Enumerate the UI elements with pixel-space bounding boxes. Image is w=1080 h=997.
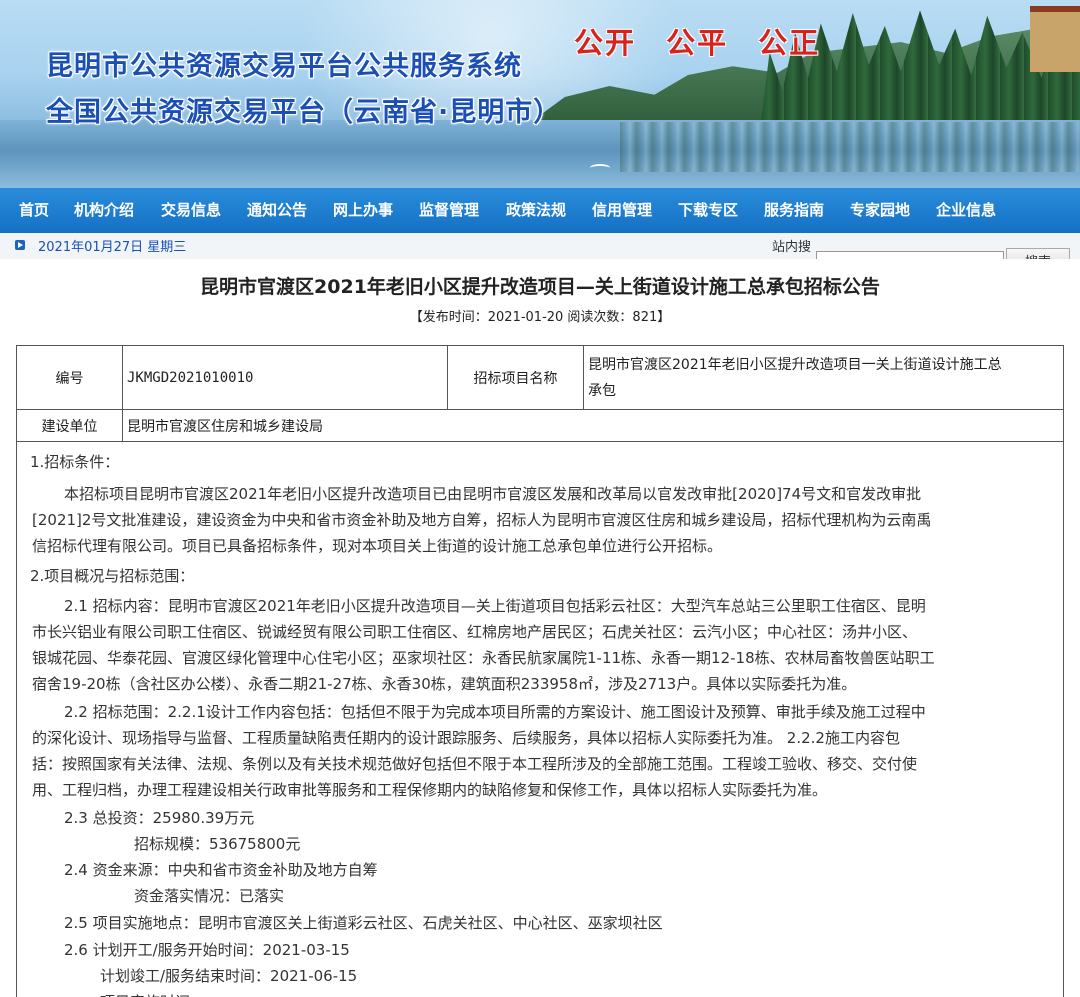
body-text: 2.2 招标范围：2.2.1设计工作内容包括：包括但不限于为完成本项目所需的方案… bbox=[64, 703, 926, 721]
body-text: 2.6 计划开工/服务开始时间：2021-03-15 bbox=[64, 941, 350, 959]
nav-item-guide[interactable]: 服务指南 bbox=[764, 188, 824, 233]
project-name-line1: 昆明市官渡区2021年老旧小区提升改造项目一关上街道设计施工总 bbox=[588, 356, 1002, 373]
label-project-number: 编号 bbox=[16, 345, 123, 410]
nav-item-notices[interactable]: 通知公告 bbox=[247, 188, 307, 233]
label-project-name: 招标项目名称 bbox=[447, 345, 584, 410]
page: 昆明市公共资源交易平台公共服务系统 全国公共资源交易平台（云南省·昆明市） 公开… bbox=[0, 0, 1080, 997]
table-row: 建设单位 昆明市官渡区住房和城乡建设局 bbox=[16, 409, 1064, 442]
site-subtitle: 全国公共资源交易平台（云南省·昆明市） bbox=[46, 97, 562, 128]
nav-item-online-services[interactable]: 网上办事 bbox=[333, 188, 393, 233]
body-text: 用、工程归档，办理工程建设相关行政审批等服务和工程保修期内的缺陷修复和保修工作，… bbox=[32, 781, 828, 799]
body-text: 的深化设计、现场指导与监督、工程质量缺陷责任期内的设计跟踪服务、后续服务，具体以… bbox=[32, 729, 900, 747]
value-construction-unit: 昆明市官渡区住房和城乡建设局 bbox=[122, 409, 1064, 442]
body-text: 市长兴铝业有限公司职工住宿区、锐诚经贸有限公司职工住宿区、红棉房地产居民区；石虎… bbox=[32, 623, 918, 641]
body-text: 宿舍19-20栋（含社区办公楼）、永香二期21-27栋、永香30栋，建筑面积23… bbox=[32, 675, 857, 693]
nav-item-credit[interactable]: 信用管理 bbox=[592, 188, 652, 233]
body-text: 2.3 总投资：25980.39万元 bbox=[64, 809, 255, 827]
body-text: 银城花园、华泰花园、官渡区绿化管理中心住宅小区；巫家坝社区：永香民航家属院1-1… bbox=[32, 649, 935, 667]
value-project-number: JKMGD2021010010 bbox=[122, 345, 448, 410]
slogan: 公开 公平 公正 bbox=[574, 26, 821, 60]
body-text: 2.4 资金来源：中央和省市资金补助及地方自筹 bbox=[64, 861, 378, 879]
banner-bird bbox=[590, 164, 610, 172]
main-nav: 首页 机构介绍 交易信息 通知公告 网上办事 监督管理 政策法规 信用管理 下载… bbox=[0, 188, 1080, 233]
value-project-name: 昆明市官渡区2021年老旧小区提升改造项目一关上街道设计施工总 承包 bbox=[583, 345, 1064, 410]
table-row: 编号 JKMGD2021010010 招标项目名称 昆明市官渡区2021年老旧小… bbox=[16, 345, 1064, 410]
nav-item-trading[interactable]: 交易信息 bbox=[161, 188, 221, 233]
article-title: 昆明市官渡区2021年老旧小区提升改造项目—关上街道设计施工总承包招标公告 bbox=[200, 276, 880, 298]
body-text: 括：按照国家有关法律、法规、条例以及有关技术规范做好包括但不限于本工程所涉及的全… bbox=[32, 755, 918, 773]
nav-item-downloads[interactable]: 下载专区 bbox=[678, 188, 738, 233]
site-title: 昆明市公共资源交易平台公共服务系统 bbox=[46, 51, 522, 82]
banner-temple bbox=[1030, 6, 1080, 72]
section-heading: 1.招标条件： bbox=[30, 453, 120, 471]
current-date: 2021年01月27日 星期三 bbox=[38, 240, 187, 255]
nav-item-home[interactable]: 首页 bbox=[19, 188, 49, 233]
section-heading: 2.项目概况与招标范围： bbox=[30, 567, 195, 585]
body-text: 资金落实情况：已落实 bbox=[134, 887, 285, 905]
body-text: 2.5 项目实施地点：昆明市官渡区关上街道彩云社区、石虎关社区、中心社区、巫家坝… bbox=[64, 914, 663, 932]
body-text: 招标规模：53675800元 bbox=[134, 835, 301, 853]
project-info-table: 编号 JKMGD2021010010 招标项目名称 昆明市官渡区2021年老旧小… bbox=[16, 345, 1064, 442]
nav-item-policies[interactable]: 政策法规 bbox=[506, 188, 566, 233]
nav-item-experts[interactable]: 专家园地 bbox=[850, 188, 910, 233]
project-name-line2: 承包 bbox=[588, 382, 616, 399]
header-banner: 昆明市公共资源交易平台公共服务系统 全国公共资源交易平台（云南省·昆明市） 公开… bbox=[0, 0, 1080, 188]
label-construction-unit: 建设单位 bbox=[16, 409, 123, 442]
banner-reflection bbox=[620, 122, 1080, 172]
article-meta: 【发布时间：2021-01-20 阅读次数：821】 bbox=[409, 310, 671, 325]
search-label: 站内搜 bbox=[772, 240, 812, 255]
nav-item-companies[interactable]: 企业信息 bbox=[936, 188, 996, 233]
body-text: 项目实施时间 bbox=[100, 989, 190, 997]
body-text: 信招标代理有限公司。项目已具备招标条件，现对本项目关上街道的设计施工总承包单位进… bbox=[32, 537, 723, 555]
arrow-bullet-icon bbox=[15, 240, 25, 250]
body-text: 本招标项目昆明市官渡区2021年老旧小区提升改造项目已由昆明市官渡区发展和改革局… bbox=[64, 485, 922, 503]
body-text: 计划竣工/服务结束时间：2021-06-15 bbox=[100, 967, 358, 985]
body-text: [2021]2号文批准建设，建设资金为中央和省市资金补助及地方自筹，招标人为昆明… bbox=[32, 511, 932, 529]
nav-item-about[interactable]: 机构介绍 bbox=[74, 188, 134, 233]
nav-item-supervision[interactable]: 监督管理 bbox=[419, 188, 479, 233]
body-text: 2.1 招标内容：昆明市官渡区2021年老旧小区提升改造项目—关上街道项目包括彩… bbox=[64, 597, 926, 615]
